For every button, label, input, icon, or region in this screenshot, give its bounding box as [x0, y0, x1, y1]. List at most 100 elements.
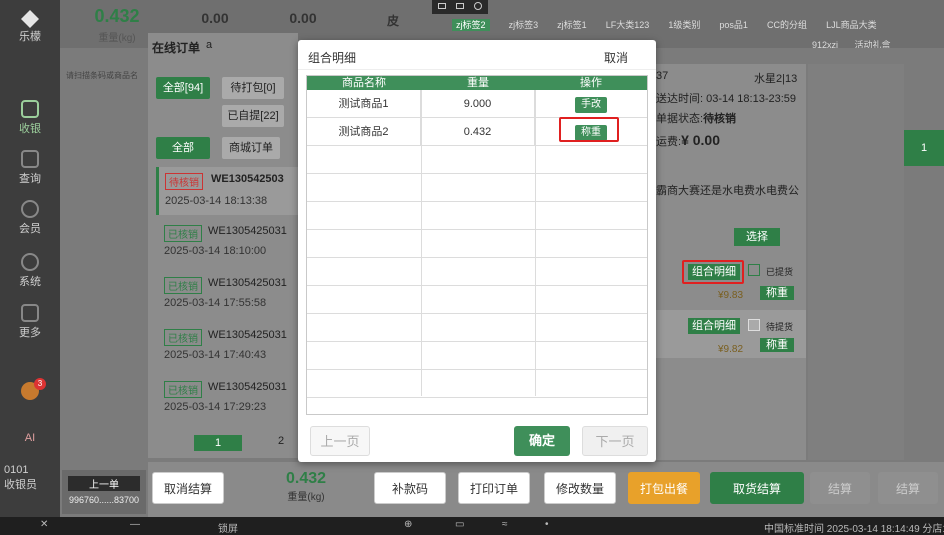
user-info: 0101 收银员	[0, 464, 60, 492]
category-tab[interactable]: 1级类别	[668, 20, 700, 30]
order-item[interactable]: 已核销 WE1305425031 2025-03-14 17:40:43	[156, 325, 301, 371]
side-page-indicator[interactable]: 1	[904, 130, 944, 166]
ai-label: AI	[24, 432, 36, 444]
restore-icon[interactable]	[456, 3, 464, 9]
scan-input[interactable]: 请扫描条码或商品名	[66, 70, 146, 81]
tare-value: 0.00	[201, 10, 229, 26]
last-order-number: 996760......83700	[68, 495, 140, 505]
minimize-icon[interactable]	[438, 3, 446, 9]
page-1-button[interactable]: 1	[194, 435, 242, 451]
globe-icon[interactable]: ⊕	[404, 519, 412, 530]
confirm-button[interactable]: 确定	[514, 426, 570, 456]
logo: 乐檬	[0, 10, 60, 44]
column-divider	[421, 90, 422, 396]
weigh-button[interactable]: 称重	[760, 338, 794, 352]
sidebar: 乐檬 收银 查询 会员 系统 更多 3 AI 0101 收银员	[0, 0, 60, 517]
pickup-settle-button[interactable]: 取货结算	[710, 472, 804, 504]
doc-status-label: 单据状态:	[656, 113, 704, 125]
picked-checkbox[interactable]	[748, 264, 760, 276]
empty-row	[307, 286, 647, 314]
type-mall-tab[interactable]: 商城订单	[222, 137, 280, 159]
order-number: WE1305425031	[208, 225, 287, 237]
product-name: 测试商品2	[307, 118, 421, 146]
user-role: 收银员	[4, 479, 37, 491]
cancel-settle-button[interactable]: 取消结算	[152, 472, 224, 504]
picked-label: 待提货	[766, 322, 794, 332]
sidebar-item-query[interactable]: 查询	[0, 150, 60, 186]
modify-qty-button[interactable]: 修改数量	[544, 472, 616, 504]
pi-label: 皮	[386, 14, 399, 28]
empty-row	[307, 174, 647, 202]
settle-button-2[interactable]: 结算	[878, 472, 938, 504]
filter-picked-button[interactable]: 已自提[22]	[222, 105, 284, 127]
order-item[interactable]: 已核销 WE1305425031 2025-03-14 18:10:00	[156, 221, 301, 267]
sidebar-item-label: 会员	[19, 223, 41, 235]
highlight-box	[559, 117, 619, 142]
pay-code-button[interactable]: 补款码	[374, 472, 446, 504]
category-tab[interactable]: LF大类123	[606, 20, 650, 30]
modal-title: 组合明细	[308, 51, 357, 65]
empty-row	[307, 342, 647, 370]
category-tab[interactable]: zj标签2	[452, 19, 490, 31]
minimize-icon[interactable]: —	[130, 519, 140, 530]
tare-value-2: 0.00	[289, 10, 317, 26]
modal-header: 组合明细 取消	[298, 40, 656, 70]
prev-page-button[interactable]: 上一页	[310, 426, 370, 456]
type-all-tab[interactable]: 全部	[156, 137, 210, 159]
column-header-action: 操作	[535, 76, 647, 90]
manual-edit-button[interactable]: 手改	[575, 97, 607, 113]
picked-label: 已提货	[766, 267, 794, 277]
category-tab[interactable]: LJL商品大类	[826, 20, 877, 30]
bottom-action-bar: 取消结算 0.432 重量(kg) 补款码 打印订单 修改数量 打包出餐 取货结…	[148, 462, 944, 517]
sidebar-item-more[interactable]: 更多	[0, 304, 60, 340]
weight-label: 重量(kg)	[98, 33, 136, 44]
screen-icon[interactable]: ▭	[455, 519, 464, 530]
sidebar-item-cashier[interactable]: 收银	[0, 100, 60, 136]
pack-out-button[interactable]: 打包出餐	[628, 472, 700, 504]
lock-label[interactable]: 锁屏	[218, 520, 238, 535]
column-divider	[535, 90, 536, 396]
sidebar-item-member[interactable]: 会员	[0, 200, 60, 236]
ai-button[interactable]: AI	[0, 432, 60, 444]
page-2-button[interactable]: 2	[278, 435, 284, 447]
tare-display-2: 0.00	[278, 10, 328, 26]
combo-detail-modal: 组合明细 取消 商品名称 重量 操作 测试商品1 9.000 手改 测试商品2 …	[298, 40, 656, 462]
table-row: 测试商品1 9.000 手改	[307, 90, 647, 118]
order-status-badge: 待核销	[165, 173, 203, 190]
close-icon[interactable]: ✕	[40, 519, 48, 530]
order-time: 2025-03-14 17:29:23	[164, 401, 267, 413]
sidebar-item-system[interactable]: 系统	[0, 253, 60, 289]
next-page-button[interactable]: 下一页	[582, 426, 648, 456]
select-button[interactable]: 选择	[734, 228, 780, 246]
order-item[interactable]: 已核销 WE1305425031 2025-03-14 17:29:23	[156, 377, 301, 423]
category-tab[interactable]: CC的分组	[767, 20, 807, 30]
order-item[interactable]: 已核销 WE1305425031 2025-03-14 17:55:58	[156, 273, 301, 319]
picked-checkbox[interactable]	[748, 319, 760, 331]
combo-detail-button[interactable]: 组合明细	[688, 318, 740, 334]
order-time: 2025-03-14 17:55:58	[164, 297, 267, 309]
category-tab[interactable]: zj标签3	[509, 20, 539, 30]
dot-icon: •	[545, 519, 549, 530]
order-item[interactable]: 待核销 WE130542503 2025-03-14 18:13:38	[156, 167, 301, 215]
print-order-button[interactable]: 打印订单	[458, 472, 530, 504]
weigh-button[interactable]: 称重	[760, 286, 794, 300]
category-tabs: zj标签2 zj标签3 zj标签1 LF大类123 1级类别 pos品1 CC的…	[452, 18, 893, 31]
close-icon[interactable]	[474, 2, 482, 10]
last-order-box[interactable]: 上一单 996760......83700	[62, 470, 146, 514]
product-name: 测试商品1	[307, 90, 421, 118]
category-tab[interactable]: pos品1	[719, 20, 748, 30]
freight: 运费:¥ 0.00	[656, 132, 720, 149]
modal-cancel-button[interactable]: 取消	[604, 49, 628, 66]
sidebar-item-label: 查询	[19, 173, 41, 185]
assistant-avatar[interactable]: 3	[0, 378, 60, 400]
order-detail-panel: 37 水星2|13 送达时间: 03-14 18:13-23:59 单据状态:待…	[656, 64, 806, 460]
settle-button[interactable]: 结算	[810, 472, 870, 504]
category-tab[interactable]: zj标签1	[557, 20, 587, 30]
empty-row	[307, 258, 647, 286]
filter-pack-button[interactable]: 待打包[0]	[222, 77, 284, 99]
order-search-input[interactable]: a	[206, 39, 212, 51]
order-number: WE1305425031	[208, 381, 287, 393]
wifi-icon[interactable]: ≈	[502, 519, 508, 530]
filter-all-button[interactable]: 全部[94]	[156, 77, 210, 99]
order-number: WE1305425031	[208, 277, 287, 289]
